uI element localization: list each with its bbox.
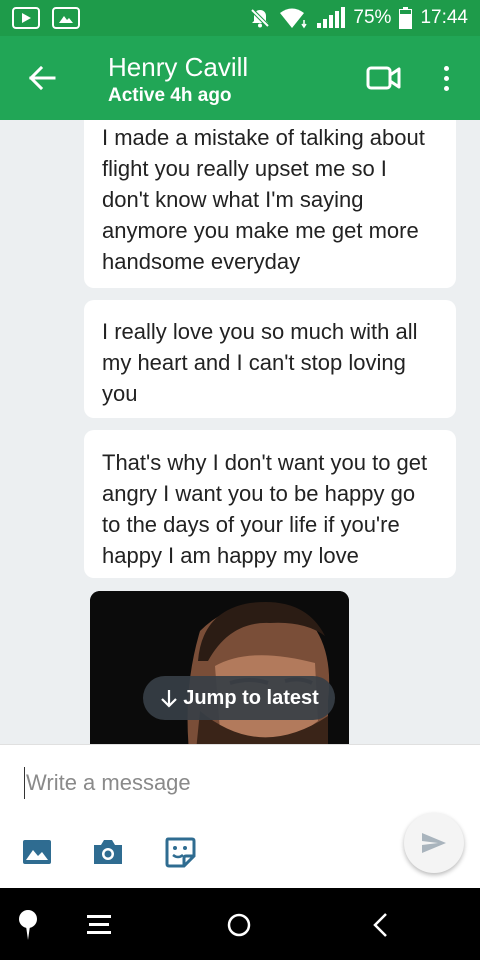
- conversation-title[interactable]: Henry Cavill Active 4h ago: [108, 52, 248, 108]
- message-bubble[interactable]: I really love you so much with all my he…: [84, 300, 456, 418]
- mute-icon: [251, 8, 270, 28]
- youtube-icon: [12, 7, 40, 29]
- message-bubble[interactable]: That's why I don't want you to get angry…: [84, 430, 456, 578]
- menu-button[interactable]: [82, 908, 116, 942]
- message-list[interactable]: I made a mistake of talking about flight…: [0, 120, 480, 744]
- app-bar: Henry Cavill Active 4h ago: [0, 36, 480, 120]
- arrow-down-icon: [161, 690, 177, 708]
- pin-icon: [19, 910, 37, 940]
- sticker-button[interactable]: [163, 835, 197, 869]
- image-icon: [23, 840, 51, 864]
- send-icon: [422, 833, 446, 853]
- send-button[interactable]: [404, 813, 464, 873]
- gallery-button[interactable]: [20, 835, 54, 869]
- message-input[interactable]: [24, 767, 384, 799]
- menu-icon: [87, 915, 111, 934]
- sticker-icon: [165, 837, 196, 868]
- back-icon: [373, 913, 387, 937]
- more-vert-icon[interactable]: [432, 58, 460, 98]
- battery-percent: 75%: [353, 7, 392, 28]
- home-icon: [227, 913, 251, 937]
- composer: [0, 744, 480, 888]
- home-button[interactable]: [222, 908, 256, 942]
- clock: 17:44: [420, 7, 468, 28]
- navigation-bar: [0, 888, 480, 960]
- nav-back-button[interactable]: [363, 908, 397, 942]
- camera-button[interactable]: [91, 835, 125, 869]
- video-call-icon: [366, 66, 401, 90]
- contact-status: Active 4h ago: [108, 85, 232, 106]
- wifi-icon: [280, 8, 308, 29]
- back-button[interactable]: [22, 58, 62, 98]
- gallery-icon: [52, 7, 80, 29]
- photo-message[interactable]: [90, 591, 349, 744]
- status-bar: 75% 17:44: [0, 0, 480, 36]
- jump-to-latest-button[interactable]: Jump to latest: [143, 676, 335, 720]
- pin-button[interactable]: [11, 908, 45, 942]
- message-bubble[interactable]: I made a mistake of talking about flight…: [84, 120, 456, 288]
- back-arrow-icon: [28, 65, 56, 91]
- battery-icon: [399, 7, 413, 29]
- camera-icon: [94, 840, 122, 864]
- jump-to-latest-label: Jump to latest: [183, 686, 319, 709]
- video-call-button[interactable]: [366, 62, 402, 94]
- contact-name: Henry Cavill: [108, 52, 249, 82]
- signal-icon: [317, 7, 346, 28]
